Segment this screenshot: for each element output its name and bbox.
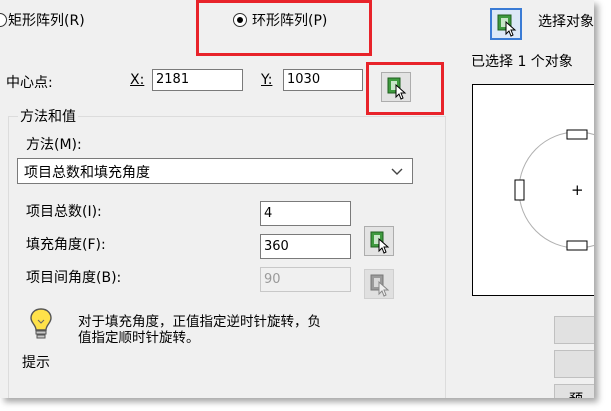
center-y-label: Y: <box>261 72 273 88</box>
polar-array-label[interactable]: 环形阵列(P) <box>252 10 327 30</box>
array-preview: + <box>472 84 594 296</box>
array-dialog: 矩形阵列(R) 环形阵列(P) 选择对象 已选择 1 个对象 中心点: X: 2… <box>0 0 594 398</box>
pick-point-icon <box>387 77 407 100</box>
center-point-label: 中心点: <box>6 75 53 91</box>
chevron-down-icon <box>391 168 403 175</box>
select-objects-button[interactable] <box>490 8 522 40</box>
rect-array-label[interactable]: 矩形阵列(R) <box>8 10 85 30</box>
total-items-input[interactable]: 4 <box>260 201 351 226</box>
pick-center-point-button[interactable] <box>381 72 411 102</box>
item-angle-label: 项目间角度(B): <box>26 270 122 286</box>
pick-angle-icon <box>370 231 390 254</box>
preview-button[interactable]: 预 <box>554 384 594 398</box>
center-x-input[interactable]: 2181 <box>152 69 243 91</box>
polar-array-radio[interactable] <box>233 13 247 27</box>
method-label: 方法(M): <box>26 137 82 153</box>
center-y-input[interactable]: 1030 <box>283 69 363 91</box>
fill-angle-label: 填充角度(F): <box>26 237 106 253</box>
method-group-title: 方法和值 <box>18 106 78 126</box>
center-x-label: X: <box>130 72 145 88</box>
item-angle-input[interactable]: 90 <box>260 267 351 292</box>
method-dropdown-value: 项目总数和填充角度 <box>24 165 150 181</box>
preview-button-label: 预 <box>569 389 583 398</box>
selected-count-text: 已选择 1 个对象 <box>471 54 573 70</box>
method-dropdown[interactable]: 项目总数和填充角度 <box>17 158 413 184</box>
fill-angle-input[interactable]: 360 <box>260 234 351 259</box>
pick-fill-angle-button[interactable] <box>364 226 394 256</box>
tip-text-line2: 值指定顺时针旋转。 <box>78 330 200 346</box>
tip-label: 提示 <box>22 355 50 371</box>
side-button-2[interactable] <box>554 350 594 378</box>
lightbulb-icon <box>30 308 52 339</box>
preview-center-mark: + <box>571 181 584 199</box>
pick-item-angle-button[interactable] <box>364 269 394 299</box>
pick-angle-disabled-icon <box>370 274 390 297</box>
total-items-label: 项目总数(I): <box>26 204 102 220</box>
select-objects-label: 选择对象 <box>538 14 594 30</box>
side-button-1[interactable] <box>554 316 594 344</box>
rect-array-radio[interactable] <box>0 13 7 27</box>
select-objects-icon <box>497 14 517 37</box>
